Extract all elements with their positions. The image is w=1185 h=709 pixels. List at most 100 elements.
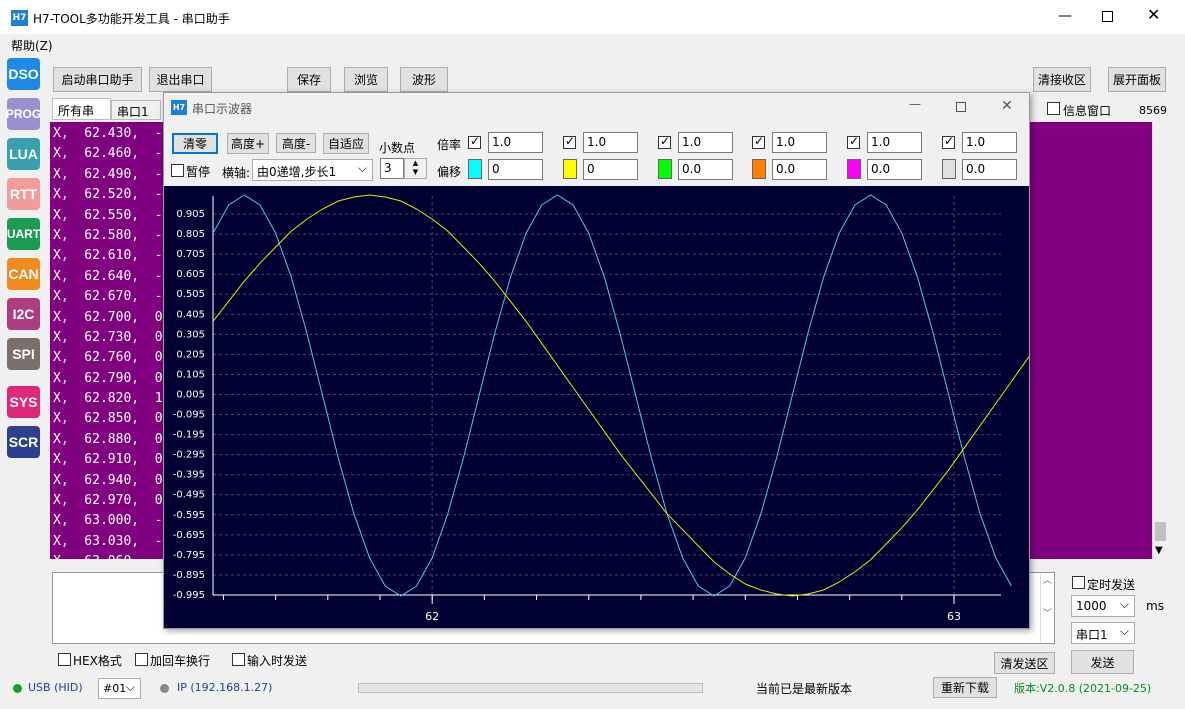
pause-checkbox[interactable] [171,164,184,177]
y-tick-label: 0.105 [176,369,205,380]
channel-offset-input[interactable]: 0 [488,159,543,180]
xaxis-select[interactable]: 由0递增,步长1 [252,159,373,181]
y-tick-label: -0.695 [173,530,205,541]
timer-send-label: 定时发送 [1087,578,1136,592]
x-tick-label: 62 [425,610,439,623]
clear-send-button[interactable]: 清发送区 [994,652,1055,674]
auto-fit-button[interactable]: 自适应 [323,133,369,154]
scope-close-icon[interactable]: ✕ [1001,98,1013,114]
tab-all-ports[interactable]: 所有串口 [52,98,111,135]
sidebar-i2c-button[interactable]: I2C [7,298,40,330]
interval-select[interactable]: 1000 [1071,595,1135,617]
scope-minimize-icon[interactable]: — [909,97,921,111]
decimals-spinner[interactable]: ▲ ▼ [404,158,427,179]
sidebar-uart-button[interactable]: UART [7,218,40,250]
decimals-input[interactable]: 3 [380,158,404,179]
usb-status-dot [13,684,22,693]
version-label: 版本:V2.0.8 (2021-09-25) [1014,682,1152,695]
sidebar-rtt-button[interactable]: RTT [7,178,40,210]
menu-help[interactable]: 帮助(Z) [11,37,53,54]
ip-status: IP (192.168.1.27) [177,681,273,694]
channel-rate-input[interactable]: 1.0 [962,132,1017,153]
channel-rate-input[interactable]: 1.0 [583,132,638,153]
channel-rate-input[interactable]: 1.0 [867,132,922,153]
sidebar-can-button[interactable]: CAN [7,258,40,290]
interval-unit: ms [1146,599,1164,613]
y-tick-label: -0.095 [173,410,205,421]
channel-rate-input[interactable]: 1.0 [772,132,827,153]
send-on-input-checkbox[interactable] [232,653,245,666]
channel-color-swatch[interactable] [563,159,577,179]
height-plus-button[interactable]: 高度+ [227,133,269,154]
sidebar-prog-button[interactable]: PROG [6,98,41,130]
channel-color-swatch[interactable] [752,159,766,179]
info-window-checkbox[interactable] [1047,102,1060,115]
port-select[interactable]: 串口1 [1071,622,1135,644]
log-scroll-thumb[interactable] [1155,522,1166,541]
y-tick-label: -0.295 [173,450,205,461]
sidebar-scr-button[interactable]: SCR [7,426,40,458]
expand-panel-button[interactable]: 展开面板 [1108,67,1166,92]
channel-offset-input[interactable]: 0.0 [772,159,827,180]
channel-color-swatch[interactable] [942,159,956,179]
hex-label: HEX格式 [73,654,122,668]
send-scrollbar[interactable]: ︿ ﹀ [1040,573,1054,643]
sidebar-spi-button[interactable]: SPI [7,338,40,370]
channel-rate-input[interactable]: 1.0 [678,132,733,153]
channel-offset-input[interactable]: 0.0 [867,159,922,180]
info-window-label: 信息窗口 [1063,104,1112,118]
y-tick-label: -0.895 [173,570,205,581]
channel-rate-input[interactable]: 1.0 [488,132,543,153]
xaxis-label: 横轴: [222,166,251,180]
exit-serial-button[interactable]: 退出串口 [149,67,212,92]
scroll-down-icon[interactable]: ▼ [1155,545,1163,556]
sidebar-dso-button[interactable]: DSO [7,58,40,90]
channel-offset-input[interactable]: 0.0 [962,159,1017,180]
browse-button[interactable]: 浏览 [344,67,388,92]
window-title: H7-TOOL多功能开发工具 - 串口助手 [33,12,230,26]
device-select[interactable]: #01 [98,678,141,699]
close-icon[interactable]: ✕ [1147,5,1160,24]
usb-status: USB (HID) [28,681,83,694]
channel-color-swatch[interactable] [468,159,482,179]
tab-port1[interactable]: 串口1 [111,100,161,120]
y-tick-label: 0.305 [176,329,205,340]
tab-port1-label: 串口1 [117,105,149,119]
minimize-icon[interactable]: — [1058,8,1072,24]
channel-enable-checkbox[interactable] [658,134,671,149]
y-tick-label: 0.205 [176,349,205,360]
maximize-icon[interactable] [1102,11,1113,22]
start-serial-button[interactable]: 启动串口助手 [53,67,142,92]
pause-label: 暂停 [186,165,211,179]
hex-checkbox[interactable] [58,653,71,666]
save-button[interactable]: 保存 [287,67,331,92]
channel-enable-checkbox[interactable] [468,134,481,149]
y-tick-label: 0.005 [176,389,205,400]
timer-send-checkbox[interactable] [1072,576,1085,589]
sidebar-lua-button[interactable]: LUA [7,138,40,170]
redownload-button[interactable]: 重新下载 [933,677,997,698]
clear-recv-button[interactable]: 清接收区 [1033,67,1091,92]
update-status: 当前已是最新版本 [756,682,853,696]
channel-enable-checkbox[interactable] [942,134,955,149]
rate-label: 倍率 [437,138,462,152]
offset-label: 偏移 [437,165,462,179]
height-minus-button[interactable]: 高度- [276,133,316,153]
channel-enable-checkbox[interactable] [752,134,765,149]
channel-offset-input[interactable]: 0.0 [678,159,733,180]
channel-offset-input[interactable]: 0 [583,159,638,180]
log-scrollbar[interactable] [1152,122,1169,559]
channel-enable-checkbox[interactable] [563,134,576,149]
plot-background [164,186,1029,628]
app-logo: H7 [11,10,28,26]
channel-color-swatch[interactable] [847,159,861,179]
sidebar-sys-button[interactable]: SYS [7,386,40,418]
channel-enable-checkbox[interactable] [847,134,860,149]
scope-clear-button[interactable]: 清零 [172,133,218,154]
crlf-checkbox[interactable] [135,653,148,666]
wave-button[interactable]: 波形 [400,67,448,92]
channel-color-swatch[interactable] [658,159,672,179]
y-tick-label: -0.195 [173,430,205,441]
scope-maximize-icon[interactable] [956,102,966,112]
send-button[interactable]: 发送 [1071,650,1134,674]
